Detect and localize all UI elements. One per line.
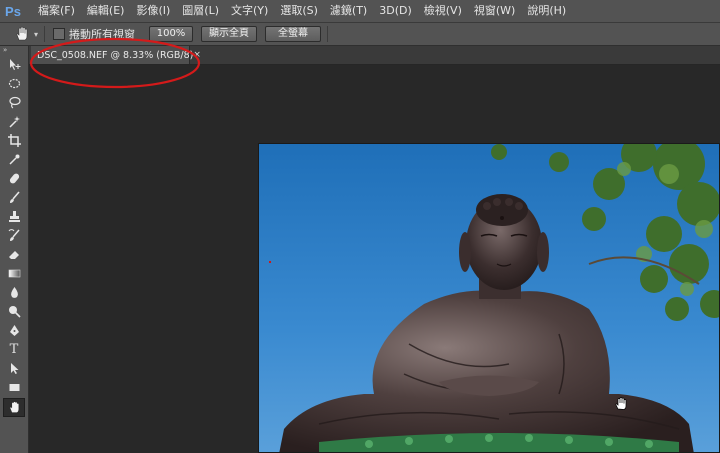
tools-panel: » T xyxy=(0,46,29,453)
hand-icon[interactable] xyxy=(3,398,25,417)
options-bar: ▾ 捲動所有視窗 100% 顯示全頁 全螢幕 xyxy=(0,23,720,46)
menu-select[interactable]: 選取(S) xyxy=(274,0,324,22)
menu-file[interactable]: 檔案(F) xyxy=(32,0,81,22)
eyedropper-icon[interactable] xyxy=(3,151,25,168)
photoshop-logo-icon: Ps xyxy=(5,3,21,19)
buddha-statue-photo xyxy=(259,144,719,452)
scroll-all-windows-checkbox[interactable] xyxy=(53,28,66,40)
crop-icon[interactable] xyxy=(3,132,25,149)
dodge-icon[interactable] xyxy=(3,303,25,320)
blur-icon[interactable] xyxy=(3,284,25,301)
lasso-icon[interactable] xyxy=(3,94,25,111)
menu-help[interactable]: 說明(H) xyxy=(521,0,572,22)
menu-edit[interactable]: 編輯(E) xyxy=(81,0,131,22)
document-tab-bar: DSC_0508.NEF @ 8.33% (RGB/8) × xyxy=(29,46,720,65)
zoom-100-button[interactable]: 100% xyxy=(149,26,194,42)
document-tab-title: DSC_0508.NEF @ 8.33% (RGB/8) xyxy=(37,49,194,61)
menu-view[interactable]: 檢視(V) xyxy=(418,0,468,22)
close-icon[interactable]: × xyxy=(193,50,201,60)
annotation-dot xyxy=(269,261,271,263)
menu-image[interactable]: 影像(I) xyxy=(130,0,176,22)
menu-bar: Ps 檔案(F) 編輯(E) 影像(I) 圖層(L) 文字(Y) 選取(S) 濾… xyxy=(0,0,720,23)
magic-wand-icon[interactable] xyxy=(3,113,25,130)
menu-type[interactable]: 文字(Y) xyxy=(225,0,274,22)
panel-collapse-icon[interactable]: » xyxy=(0,46,28,54)
hand-tool-preset-icon[interactable] xyxy=(12,24,32,44)
menu-window[interactable]: 視窗(W) xyxy=(468,0,521,22)
menu-items: 檔案(F) 編輯(E) 影像(I) 圖層(L) 文字(Y) 選取(S) 濾鏡(T… xyxy=(32,0,572,22)
type-icon[interactable]: T xyxy=(3,341,25,358)
history-brush-icon[interactable] xyxy=(3,227,25,244)
healing-brush-icon[interactable] xyxy=(3,170,25,187)
clone-stamp-icon[interactable] xyxy=(3,208,25,225)
scroll-all-windows-label: 捲動所有視窗 xyxy=(69,28,136,41)
menu-layer[interactable]: 圖層(L) xyxy=(176,0,225,22)
menu-3d[interactable]: 3D(D) xyxy=(373,0,418,22)
gradient-icon[interactable] xyxy=(3,265,25,282)
marquee-icon[interactable] xyxy=(3,75,25,92)
fit-screen-button[interactable]: 顯示全頁 xyxy=(201,26,258,42)
document-canvas-photo[interactable] xyxy=(258,143,720,453)
options-separator xyxy=(44,26,46,42)
preset-dropdown-chevron-icon[interactable]: ▾ xyxy=(34,30,38,39)
pen-icon[interactable] xyxy=(3,322,25,339)
menu-filter[interactable]: 濾鏡(T) xyxy=(324,0,373,22)
eraser-icon[interactable] xyxy=(3,246,25,263)
brush-icon[interactable] xyxy=(3,189,25,206)
options-separator-2 xyxy=(327,26,329,42)
path-selection-icon[interactable] xyxy=(3,360,25,377)
move-icon[interactable] xyxy=(3,56,25,73)
rectangle-shape-icon[interactable] xyxy=(3,379,25,396)
document-tab[interactable]: DSC_0508.NEF @ 8.33% (RGB/8) × xyxy=(31,46,201,64)
fill-screen-button[interactable]: 全螢幕 xyxy=(265,26,322,42)
